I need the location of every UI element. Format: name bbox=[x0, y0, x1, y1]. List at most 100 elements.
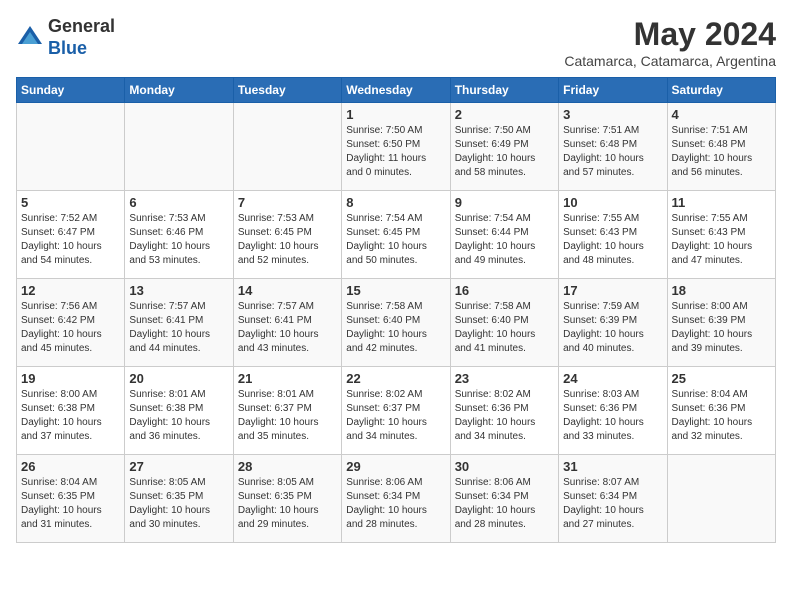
logo-blue-text: Blue bbox=[48, 38, 87, 58]
day-info: Sunrise: 7:50 AM Sunset: 6:50 PM Dayligh… bbox=[346, 124, 445, 180]
calendar-cell: 25 Sunrise: 8:04 AM Sunset: 6:36 PM Dayli… bbox=[667, 367, 775, 455]
day-number: 2 bbox=[455, 107, 554, 122]
day-info: Sunrise: 8:01 AM Sunset: 6:37 PM Dayligh… bbox=[238, 388, 337, 444]
day-number: 6 bbox=[129, 195, 228, 210]
week-row-2: 5Sunrise: 7:52 AM Sunset: 6:47 PM Daylig… bbox=[17, 191, 776, 279]
day-info: Sunrise: 7:54 AM Sunset: 6:44 PM Dayligh… bbox=[455, 212, 554, 268]
logo: General Blue bbox=[16, 16, 115, 59]
day-info: Sunrise: 7:54 AM Sunset: 6:45 PM Dayligh… bbox=[346, 212, 445, 268]
calendar-cell: 13 Sunrise: 7:57 AM Sunset: 6:41 PM Dayli… bbox=[125, 279, 233, 367]
day-info: Sunrise: 7:52 AM Sunset: 6:47 PM Dayligh… bbox=[21, 212, 120, 268]
day-info: Sunrise: 7:59 AM Sunset: 6:39 PM Dayligh… bbox=[563, 300, 662, 356]
month-year-title: May 2024 bbox=[564, 16, 776, 53]
week-row-5: 26 Sunrise: 8:04 AM Sunset: 6:35 PM Dayli… bbox=[17, 455, 776, 543]
calendar-cell: 2 Sunrise: 7:50 AM Sunset: 6:49 PM Daylig… bbox=[450, 103, 558, 191]
calendar-cell: 24 Sunrise: 8:03 AM Sunset: 6:36 PM Dayli… bbox=[559, 367, 667, 455]
calendar-cell: 3 Sunrise: 7:51 AM Sunset: 6:48 PM Daylig… bbox=[559, 103, 667, 191]
calendar-cell: 21 Sunrise: 8:01 AM Sunset: 6:37 PM Dayli… bbox=[233, 367, 341, 455]
weekday-header-sunday: Sunday bbox=[17, 78, 125, 103]
day-info: Sunrise: 7:57 AM Sunset: 6:41 PM Dayligh… bbox=[129, 300, 228, 356]
calendar-cell: 10 Sunrise: 7:55 AM Sunset: 6:43 PM Dayli… bbox=[559, 191, 667, 279]
day-info: Sunrise: 8:03 AM Sunset: 6:36 PM Dayligh… bbox=[563, 388, 662, 444]
calendar-cell: 17 Sunrise: 7:59 AM Sunset: 6:39 PM Dayli… bbox=[559, 279, 667, 367]
calendar-cell: 5Sunrise: 7:52 AM Sunset: 6:47 PM Daylig… bbox=[17, 191, 125, 279]
calendar-cell: 14 Sunrise: 7:57 AM Sunset: 6:41 PM Dayli… bbox=[233, 279, 341, 367]
calendar-cell bbox=[17, 103, 125, 191]
day-number: 22 bbox=[346, 371, 445, 386]
day-info: Sunrise: 7:53 AM Sunset: 6:46 PM Dayligh… bbox=[129, 212, 228, 268]
day-number: 21 bbox=[238, 371, 337, 386]
day-number: 30 bbox=[455, 459, 554, 474]
day-info: Sunrise: 8:02 AM Sunset: 6:36 PM Dayligh… bbox=[455, 388, 554, 444]
calendar-cell: 26 Sunrise: 8:04 AM Sunset: 6:35 PM Dayli… bbox=[17, 455, 125, 543]
day-number: 23 bbox=[455, 371, 554, 386]
weekday-header-wednesday: Wednesday bbox=[342, 78, 450, 103]
day-number: 14 bbox=[238, 283, 337, 298]
weekday-header-friday: Friday bbox=[559, 78, 667, 103]
day-info: Sunrise: 7:55 AM Sunset: 6:43 PM Dayligh… bbox=[563, 212, 662, 268]
calendar-cell: 31Sunrise: 8:07 AM Sunset: 6:34 PM Dayli… bbox=[559, 455, 667, 543]
calendar-cell: 6 Sunrise: 7:53 AM Sunset: 6:46 PM Daylig… bbox=[125, 191, 233, 279]
calendar-cell: 22 Sunrise: 8:02 AM Sunset: 6:37 PM Dayli… bbox=[342, 367, 450, 455]
weekday-header-row: SundayMondayTuesdayWednesdayThursdayFrid… bbox=[17, 78, 776, 103]
day-info: Sunrise: 8:06 AM Sunset: 6:34 PM Dayligh… bbox=[455, 476, 554, 532]
calendar-cell: 30 Sunrise: 8:06 AM Sunset: 6:34 PM Dayli… bbox=[450, 455, 558, 543]
calendar-cell: 12 Sunrise: 7:56 AM Sunset: 6:42 PM Dayli… bbox=[17, 279, 125, 367]
week-row-3: 12 Sunrise: 7:56 AM Sunset: 6:42 PM Dayli… bbox=[17, 279, 776, 367]
day-number: 16 bbox=[455, 283, 554, 298]
day-info: Sunrise: 8:06 AM Sunset: 6:34 PM Dayligh… bbox=[346, 476, 445, 532]
day-info: Sunrise: 7:56 AM Sunset: 6:42 PM Dayligh… bbox=[21, 300, 120, 356]
calendar-cell: 18Sunrise: 8:00 AM Sunset: 6:39 PM Dayli… bbox=[667, 279, 775, 367]
calendar-cell: 11 Sunrise: 7:55 AM Sunset: 6:43 PM Dayli… bbox=[667, 191, 775, 279]
title-block: May 2024 Catamarca, Catamarca, Argentina bbox=[564, 16, 776, 69]
calendar-cell: 8 Sunrise: 7:54 AM Sunset: 6:45 PM Daylig… bbox=[342, 191, 450, 279]
day-info: Sunrise: 8:00 AM Sunset: 6:38 PM Dayligh… bbox=[21, 388, 120, 444]
day-info: Sunrise: 7:50 AM Sunset: 6:49 PM Dayligh… bbox=[455, 124, 554, 180]
day-number: 19 bbox=[21, 371, 120, 386]
day-info: Sunrise: 7:51 AM Sunset: 6:48 PM Dayligh… bbox=[563, 124, 662, 180]
day-number: 25 bbox=[672, 371, 771, 386]
day-info: Sunrise: 8:07 AM Sunset: 6:34 PM Dayligh… bbox=[563, 476, 662, 532]
day-number: 26 bbox=[21, 459, 120, 474]
day-number: 8 bbox=[346, 195, 445, 210]
day-info: Sunrise: 7:57 AM Sunset: 6:41 PM Dayligh… bbox=[238, 300, 337, 356]
day-info: Sunrise: 7:51 AM Sunset: 6:48 PM Dayligh… bbox=[672, 124, 771, 180]
calendar-cell: 4 Sunrise: 7:51 AM Sunset: 6:48 PM Daylig… bbox=[667, 103, 775, 191]
calendar-table: SundayMondayTuesdayWednesdayThursdayFrid… bbox=[16, 77, 776, 543]
weekday-header-saturday: Saturday bbox=[667, 78, 775, 103]
calendar-cell: 7Sunrise: 7:53 AM Sunset: 6:45 PM Daylig… bbox=[233, 191, 341, 279]
day-number: 4 bbox=[672, 107, 771, 122]
day-number: 12 bbox=[21, 283, 120, 298]
day-number: 20 bbox=[129, 371, 228, 386]
location-text: Catamarca, Catamarca, Argentina bbox=[564, 53, 776, 69]
calendar-cell: 20 Sunrise: 8:01 AM Sunset: 6:38 PM Dayli… bbox=[125, 367, 233, 455]
calendar-cell: 23 Sunrise: 8:02 AM Sunset: 6:36 PM Dayli… bbox=[450, 367, 558, 455]
day-info: Sunrise: 8:04 AM Sunset: 6:35 PM Dayligh… bbox=[21, 476, 120, 532]
day-number: 13 bbox=[129, 283, 228, 298]
day-info: Sunrise: 8:01 AM Sunset: 6:38 PM Dayligh… bbox=[129, 388, 228, 444]
day-info: Sunrise: 7:58 AM Sunset: 6:40 PM Dayligh… bbox=[346, 300, 445, 356]
day-info: Sunrise: 8:02 AM Sunset: 6:37 PM Dayligh… bbox=[346, 388, 445, 444]
day-number: 9 bbox=[455, 195, 554, 210]
day-number: 3 bbox=[563, 107, 662, 122]
day-number: 24 bbox=[563, 371, 662, 386]
day-number: 29 bbox=[346, 459, 445, 474]
calendar-cell bbox=[233, 103, 341, 191]
day-info: Sunrise: 7:53 AM Sunset: 6:45 PM Dayligh… bbox=[238, 212, 337, 268]
weekday-header-tuesday: Tuesday bbox=[233, 78, 341, 103]
day-number: 15 bbox=[346, 283, 445, 298]
day-number: 28 bbox=[238, 459, 337, 474]
calendar-cell: 1Sunrise: 7:50 AM Sunset: 6:50 PM Daylig… bbox=[342, 103, 450, 191]
day-number: 11 bbox=[672, 195, 771, 210]
day-info: Sunrise: 8:04 AM Sunset: 6:36 PM Dayligh… bbox=[672, 388, 771, 444]
calendar-cell: 16Sunrise: 7:58 AM Sunset: 6:40 PM Dayli… bbox=[450, 279, 558, 367]
calendar-cell bbox=[667, 455, 775, 543]
day-number: 17 bbox=[563, 283, 662, 298]
day-info: Sunrise: 8:05 AM Sunset: 6:35 PM Dayligh… bbox=[129, 476, 228, 532]
day-number: 10 bbox=[563, 195, 662, 210]
calendar-cell: 19 Sunrise: 8:00 AM Sunset: 6:38 PM Dayli… bbox=[17, 367, 125, 455]
calendar-cell: 9 Sunrise: 7:54 AM Sunset: 6:44 PM Daylig… bbox=[450, 191, 558, 279]
weekday-header-thursday: Thursday bbox=[450, 78, 558, 103]
day-info: Sunrise: 7:55 AM Sunset: 6:43 PM Dayligh… bbox=[672, 212, 771, 268]
week-row-4: 19 Sunrise: 8:00 AM Sunset: 6:38 PM Dayli… bbox=[17, 367, 776, 455]
